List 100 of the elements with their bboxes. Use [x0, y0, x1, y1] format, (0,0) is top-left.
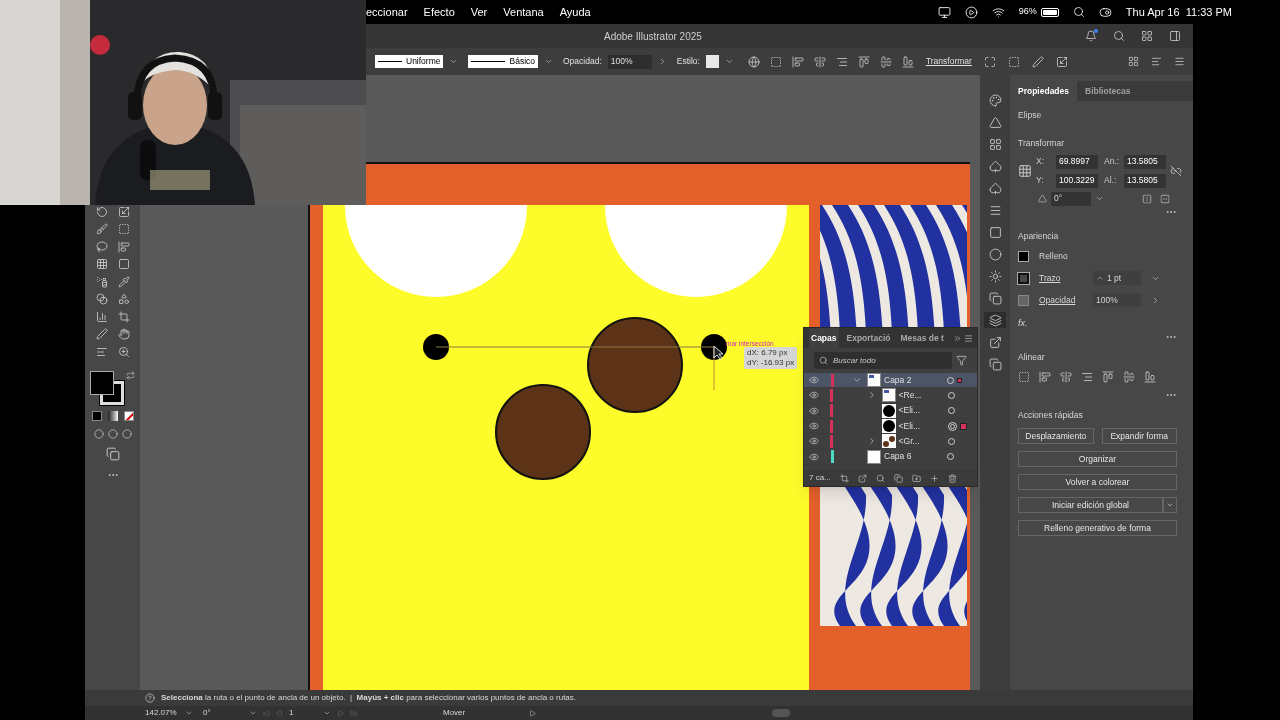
align-bottom-icon[interactable]: [901, 55, 914, 68]
action-button[interactable]: Organizar: [1018, 451, 1177, 467]
stroke-weight-field[interactable]: 1 pt: [1093, 271, 1141, 285]
notification-icon[interactable]: [1085, 30, 1097, 42]
export-icon[interactable]: [988, 335, 1002, 349]
menu-item[interactable]: Ventana: [503, 3, 544, 21]
align-center-icon[interactable]: [813, 55, 826, 68]
menu-icon[interactable]: [1174, 56, 1185, 67]
layers-icon[interactable]: [988, 313, 1002, 327]
eye-icon[interactable]: [808, 405, 819, 416]
opacity-swatch-icon[interactable]: [1018, 294, 1029, 306]
eye-icon[interactable]: [808, 390, 819, 401]
spray-icon[interactable]: [95, 275, 108, 288]
filter-icon[interactable]: [956, 355, 967, 366]
draw-mode-icon[interactable]: [107, 428, 118, 439]
layer-row[interactable]: <Gr...: [804, 434, 977, 450]
battery-icon[interactable]: [1040, 7, 1059, 17]
style-swatch[interactable]: [705, 55, 719, 68]
align-to-icon[interactable]: [1018, 371, 1030, 384]
dropdown-icon[interactable]: [323, 709, 331, 717]
sun-icon[interactable]: [988, 269, 1002, 283]
layer-row[interactable]: <Eli...: [804, 403, 977, 419]
lasso-icon[interactable]: [95, 240, 108, 253]
artboards-icon[interactable]: [988, 357, 1002, 371]
stroke-profile-dropdown[interactable]: Uniforme: [375, 55, 444, 68]
layer-row[interactable]: Capa 6: [804, 449, 977, 465]
action-button[interactable]: Volver a colorear: [1018, 474, 1177, 490]
flip-horizontal-icon[interactable]: [1142, 193, 1152, 204]
bars-icon[interactable]: [117, 240, 130, 253]
control-center-icon[interactable]: [1098, 5, 1112, 19]
blend-icon[interactable]: [95, 293, 108, 306]
opacity-label[interactable]: Opacidad: [1039, 293, 1083, 307]
recolor-icon[interactable]: [1055, 55, 1068, 68]
no-fill-icon[interactable]: [123, 410, 134, 421]
globe-icon[interactable]: [747, 55, 760, 68]
eye-icon[interactable]: [809, 451, 819, 462]
panel-tab[interactable]: Capas: [809, 328, 839, 348]
eye-icon[interactable]: [808, 421, 819, 432]
unlink-icon[interactable]: [1170, 165, 1182, 177]
dropdown-icon[interactable]: [1095, 194, 1104, 203]
brush-dropdown[interactable]: Básico: [468, 55, 538, 68]
eye-icon[interactable]: [808, 436, 819, 447]
align-icon[interactable]: [1151, 56, 1162, 67]
lines-icon[interactable]: [988, 203, 1002, 217]
search-icon[interactable]: [1113, 30, 1125, 42]
reference-point-icon[interactable]: [1018, 164, 1032, 178]
crop-icon[interactable]: [839, 473, 849, 483]
pen-icon[interactable]: [95, 328, 108, 341]
flip-vertical-icon[interactable]: [1160, 193, 1170, 204]
gradient-icon[interactable]: [117, 258, 130, 271]
angle-icon[interactable]: [1038, 194, 1047, 203]
panel-tab[interactable]: Exportació: [844, 328, 893, 348]
layer-row[interactable]: <Re...: [804, 388, 977, 404]
panel-icon[interactable]: [1169, 30, 1181, 42]
search-field[interactable]: Buscar todo: [814, 352, 952, 369]
brush-icon[interactable]: [95, 223, 108, 236]
wifi-icon[interactable]: [991, 5, 1005, 19]
number-field[interactable]: 100.3229: [1056, 173, 1098, 188]
action-button[interactable]: Desplazamiento: [1018, 428, 1094, 444]
collect-icon[interactable]: [893, 473, 903, 483]
panel-tab[interactable]: Mesas de t: [898, 328, 946, 348]
grid-icon[interactable]: [988, 137, 1002, 151]
search-icon[interactable]: [1072, 6, 1085, 18]
artboard-field[interactable]: 1: [289, 707, 317, 719]
gradient-mode-icon[interactable]: [107, 410, 118, 421]
edit-icon[interactable]: [1031, 55, 1044, 68]
dropdown-icon[interactable]: [724, 57, 734, 66]
color-mode-icon[interactable]: [91, 410, 102, 421]
align-top-icon[interactable]: [857, 55, 870, 68]
number-field[interactable]: 69.8997: [1056, 154, 1098, 169]
hand-icon[interactable]: [117, 328, 130, 341]
eyedropper-icon[interactable]: [117, 275, 130, 288]
rotation-field[interactable]: 0°: [203, 707, 243, 719]
selection-icon[interactable]: [1007, 55, 1020, 68]
swap-icon[interactable]: [126, 370, 135, 380]
stepper-icon[interactable]: [1096, 274, 1104, 282]
menu-icon[interactable]: [964, 333, 973, 343]
menu-item[interactable]: eccionar: [366, 3, 408, 21]
align-left-icon[interactable]: [1039, 371, 1051, 384]
eye-icon[interactable]: [809, 375, 819, 386]
scale-icon[interactable]: [117, 205, 130, 218]
dropdown-icon[interactable]: [449, 57, 459, 66]
display-icon[interactable]: [937, 5, 951, 19]
help-icon[interactable]: [145, 693, 155, 703]
action-button[interactable]: Relleno generativo de forma: [1018, 520, 1177, 536]
opacity-field[interactable]: 100%: [1093, 293, 1141, 307]
rotate-icon[interactable]: [95, 205, 108, 218]
align-middle-icon[interactable]: [1123, 371, 1135, 384]
transform-link[interactable]: Transformar: [925, 55, 972, 68]
angle-field[interactable]: 0°: [1051, 191, 1091, 206]
align-middle-icon[interactable]: [879, 55, 892, 68]
export-icon[interactable]: [857, 473, 867, 483]
window-icon[interactable]: [988, 291, 1002, 305]
effects-label[interactable]: fx.: [1018, 317, 1185, 331]
menu-item[interactable]: Ver: [470, 3, 488, 21]
fill-swatch[interactable]: [1018, 251, 1029, 263]
align-left-icon[interactable]: [791, 55, 804, 68]
triangle-icon[interactable]: [988, 115, 1002, 129]
align-right-icon[interactable]: [835, 55, 848, 68]
panel-tab[interactable]: Bibliotecas: [1077, 81, 1139, 101]
